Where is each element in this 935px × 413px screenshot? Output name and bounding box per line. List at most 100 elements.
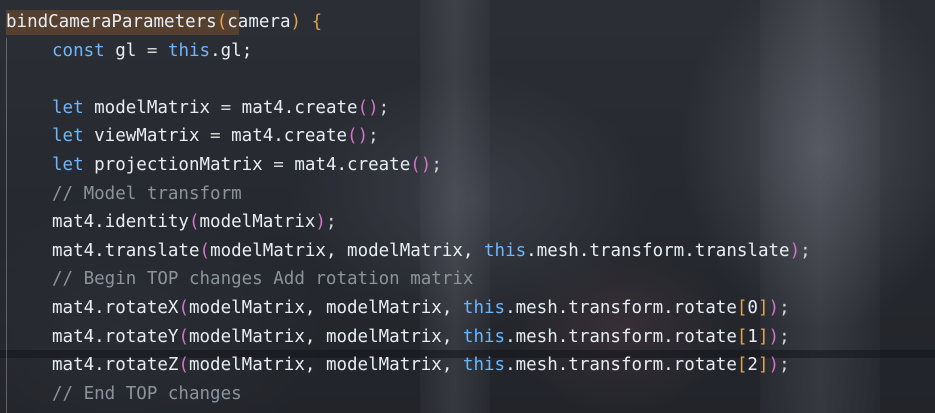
code-token: ; <box>378 97 390 118</box>
code-token: .mesh.transform.rotate <box>505 326 737 347</box>
code-token: 1 <box>747 326 758 347</box>
code-line[interactable]: mat4.rotateY(modelMatrix, modelMatrix, t… <box>0 323 935 352</box>
code-token: ; <box>800 240 811 261</box>
code-token: mat4.rotateX <box>52 297 179 318</box>
code-area[interactable]: bindCameraParameters(camera) {const gl =… <box>0 8 935 408</box>
code-token: mat4.identity <box>52 212 189 233</box>
code-line[interactable]: const gl = this.gl; <box>0 37 935 66</box>
code-token: = <box>220 97 232 118</box>
code-line-text: let modelMatrix = mat4.create(); <box>52 94 389 123</box>
code-token: [ <box>736 297 748 318</box>
code-token: this <box>462 355 506 376</box>
code-token: modelMatrix <box>83 97 221 118</box>
code-token: ( <box>357 97 369 118</box>
code-token: ) <box>368 97 379 118</box>
code-line-text: mat4.rotateX(modelMatrix, modelMatrix, t… <box>52 294 790 323</box>
code-token: ( <box>188 212 200 233</box>
code-line-text: mat4.rotateZ(modelMatrix, modelMatrix, t… <box>52 351 790 380</box>
code-token: mat4.rotateY <box>52 326 179 347</box>
code-token: modelMatrix, modelMatrix, <box>188 355 463 376</box>
code-token: = <box>273 154 284 175</box>
code-token: modelMatrix, modelMatrix, <box>210 240 484 261</box>
code-token: [ <box>736 355 748 376</box>
code-token: modelMatrix, modelMatrix, <box>188 326 463 347</box>
code-token: ; <box>431 154 442 175</box>
code-token: this <box>462 297 506 318</box>
code-token: .mesh.transform.rotate <box>505 297 737 318</box>
code-token: ; <box>325 212 337 233</box>
code-line[interactable]: // Model transform <box>0 180 935 209</box>
code-line-text: // Model transform <box>52 180 242 209</box>
code-line[interactable]: bindCameraParameters(camera) { <box>0 8 935 37</box>
code-token: ) <box>357 126 369 147</box>
code-token: mat4.rotateZ <box>52 355 179 376</box>
code-token: [ <box>736 326 748 347</box>
code-line-text: let viewMatrix = mat4.create(); <box>52 122 379 151</box>
code-line[interactable]: let projectionMatrix = mat4.create(); <box>0 151 935 180</box>
code-token: ( <box>216 12 228 32</box>
code-token: this <box>462 326 506 347</box>
code-token: ] <box>757 355 769 376</box>
code-line[interactable]: mat4.identity(modelMatrix); <box>0 208 935 237</box>
code-line[interactable]: // End TOP changes <box>0 380 935 409</box>
code-token: ( <box>199 240 211 261</box>
code-line-text: // Begin TOP changes Add rotation matrix <box>52 265 473 294</box>
code-editor[interactable]: bindCameraParameters(camera) {const gl =… <box>0 0 935 413</box>
code-token: ) <box>290 12 302 32</box>
code-token: this <box>484 240 527 261</box>
code-token: .gl; <box>210 40 253 61</box>
code-token: ( <box>178 326 189 347</box>
code-token: ) <box>315 212 326 233</box>
code-token: ) <box>768 355 780 376</box>
code-token: .mesh.transform.translate <box>526 240 790 261</box>
code-token: ; <box>779 355 790 376</box>
code-line[interactable]: mat4.translate(modelMatrix, modelMatrix,… <box>0 237 935 266</box>
code-token: ; <box>779 326 790 347</box>
code-line-text: // End TOP changes <box>52 380 242 409</box>
code-line[interactable] <box>0 65 935 94</box>
code-line-text: mat4.identity(modelMatrix); <box>52 208 337 237</box>
code-token: const <box>52 40 105 61</box>
code-line-text: bindCameraParameters(camera) { <box>6 8 322 37</box>
code-token: gl <box>104 40 147 61</box>
code-token: ) <box>789 240 801 261</box>
code-token: ( <box>410 154 421 175</box>
code-token: let <box>52 126 84 147</box>
code-token: ) <box>420 154 432 175</box>
code-token: = <box>146 40 158 61</box>
code-token: = <box>210 126 221 147</box>
code-line[interactable]: let viewMatrix = mat4.create(); <box>0 122 935 151</box>
code-token: mat4.translate <box>52 240 200 261</box>
code-line-text: let projectionMatrix = mat4.create(); <box>52 151 442 180</box>
code-token: 2 <box>747 355 758 376</box>
code-token: modelMatrix <box>199 212 316 233</box>
code-token: this <box>167 40 211 61</box>
code-token: .mesh.transform.rotate <box>505 355 737 376</box>
code-line[interactable]: // Begin TOP changes Add rotation matrix <box>0 265 935 294</box>
code-token: let <box>52 154 84 175</box>
code-token: ) <box>768 326 780 347</box>
code-token: modelMatrix, modelMatrix, <box>188 297 463 318</box>
code-token: ] <box>757 297 769 318</box>
code-token: // End TOP changes <box>52 383 242 404</box>
code-token: { <box>311 12 323 32</box>
code-token: mat4.create <box>220 126 348 147</box>
code-line-text: mat4.rotateY(modelMatrix, modelMatrix, t… <box>52 323 790 352</box>
code-token: camera <box>227 12 291 32</box>
code-token: ; <box>368 126 379 147</box>
code-token: mat4.create <box>283 154 411 175</box>
code-token: ) <box>768 297 780 318</box>
code-token: // Begin TOP changes Add rotation matrix <box>52 269 474 290</box>
code-token: ( <box>178 297 189 318</box>
code-token: projectionMatrix <box>83 154 274 175</box>
code-line[interactable]: mat4.rotateZ(modelMatrix, modelMatrix, t… <box>0 351 935 380</box>
code-token: mat4.create <box>231 97 358 118</box>
code-line[interactable]: mat4.rotateX(modelMatrix, modelMatrix, t… <box>0 294 935 323</box>
code-line[interactable]: let modelMatrix = mat4.create(); <box>0 94 935 123</box>
code-token: let <box>52 97 84 118</box>
code-token: // Model transform <box>52 183 242 204</box>
code-token: 0 <box>747 297 758 318</box>
code-token: bindCameraParameters <box>6 12 217 32</box>
